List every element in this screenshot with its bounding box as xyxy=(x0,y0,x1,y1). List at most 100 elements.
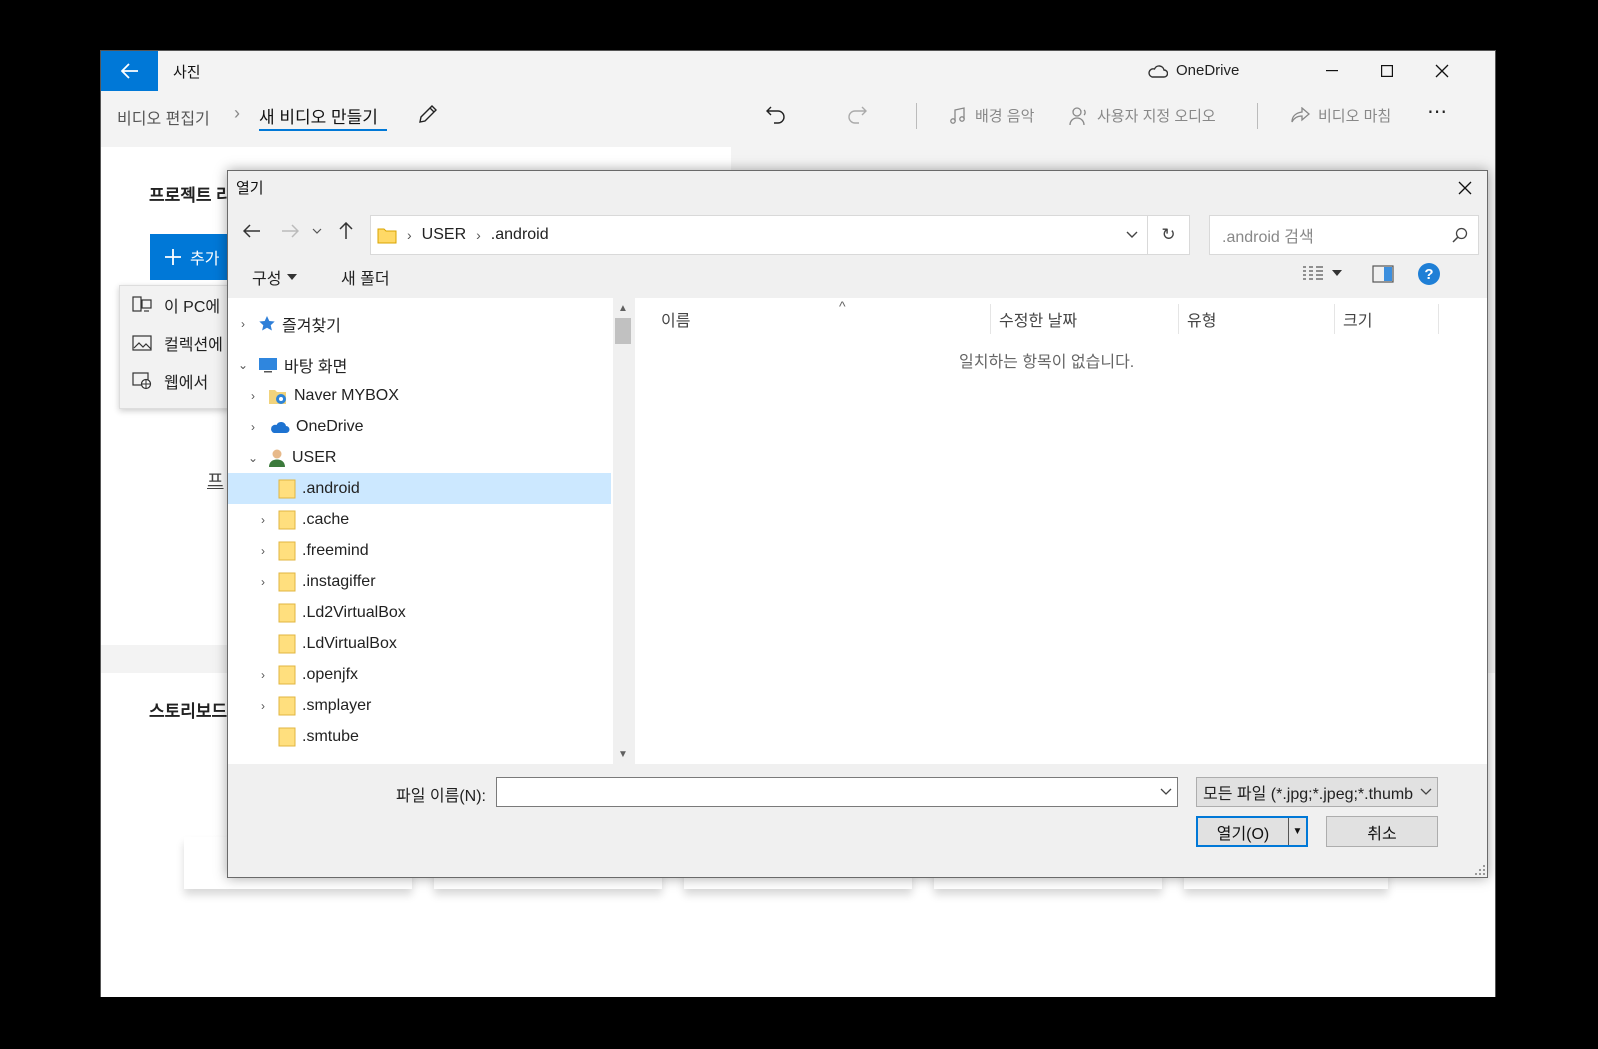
cancel-button[interactable]: 취소 xyxy=(1326,816,1438,847)
onedrive-label: OneDrive xyxy=(1176,62,1240,79)
tree-label: .smplayer xyxy=(302,696,372,714)
folder-icon xyxy=(278,541,296,561)
change-view-button[interactable] xyxy=(1302,265,1342,281)
custom-audio-button[interactable]: 사용자 지정 오디오 xyxy=(1069,105,1216,126)
tree-item-smtube[interactable]: .smtube xyxy=(228,721,611,752)
folder-icon xyxy=(278,727,296,747)
close-icon xyxy=(1458,181,1472,195)
person-audio-icon xyxy=(1069,106,1086,125)
sort-ascending-icon: ^ xyxy=(839,298,846,314)
chevron-right-icon[interactable]: › xyxy=(256,544,270,558)
cloud-icon xyxy=(268,420,290,434)
desktop-icon xyxy=(258,357,278,373)
chevron-right-icon[interactable]: › xyxy=(256,668,270,682)
tree-label: 즐겨찾기 xyxy=(282,317,341,335)
tree-item-instagiffer[interactable]: › .instagiffer xyxy=(228,566,611,597)
column-header-date[interactable]: 수정한 날짜 xyxy=(991,304,1179,334)
tree-scrollbar[interactable]: ▲ ▼ xyxy=(613,298,633,764)
tree-item-desktop[interactable]: ⌄ 바탕 화면 xyxy=(228,349,611,380)
project-link[interactable]: 프 xyxy=(207,467,224,493)
chevron-right-icon[interactable]: › xyxy=(256,575,270,589)
nav-up-button[interactable] xyxy=(334,219,358,243)
filename-input[interactable] xyxy=(496,777,1178,807)
address-segment-android[interactable]: .android xyxy=(491,226,549,244)
tree-item-ldvirtualbox[interactable]: .LdVirtualBox xyxy=(228,628,611,659)
scroll-up-icon[interactable]: ▲ xyxy=(613,298,633,318)
tree-item-naver-mybox[interactable]: › Naver MYBOX xyxy=(228,380,611,411)
filetype-select[interactable]: 모든 파일 (*.jpg;*.jpeg;*.thumb xyxy=(1196,777,1438,807)
undo-button[interactable] xyxy=(765,103,787,130)
organize-button[interactable]: 구성 xyxy=(252,265,298,289)
chevron-down-icon xyxy=(312,228,322,234)
navigation-tree: › 즐겨찾기 ⌄ 바탕 화면 › Naver MYBOX › OneDrive … xyxy=(228,298,633,764)
web-image-icon xyxy=(132,372,152,390)
address-segment-user[interactable]: USER xyxy=(422,226,466,244)
search-placeholder: .android 검색 xyxy=(1222,229,1314,246)
column-header-type[interactable]: 유형 xyxy=(1179,304,1335,334)
column-name-label: 이름 xyxy=(661,313,691,330)
redo-icon xyxy=(848,106,867,124)
chevron-right-icon[interactable]: › xyxy=(256,513,270,527)
column-header-size[interactable]: 크기 xyxy=(1335,304,1439,334)
breadcrumb-chevron-icon: › xyxy=(234,103,240,123)
redo-button[interactable] xyxy=(846,103,868,130)
chevron-down-icon[interactable]: ⌄ xyxy=(236,358,250,372)
tree-label: 바탕 화면 xyxy=(284,358,348,376)
tree-item-smplayer[interactable]: › .smplayer xyxy=(228,690,611,721)
recent-locations-button[interactable] xyxy=(310,219,324,243)
file-list: ^ 이름 수정한 날짜 유형 크기 일치하는 항목이 없습니다. xyxy=(635,298,1487,764)
address-bar[interactable]: › USER › .android ↻ xyxy=(370,215,1190,255)
column-header-name[interactable]: ^ 이름 xyxy=(653,298,991,334)
tree-label: .smtube xyxy=(302,727,359,745)
title-bar: 사진 OneDrive xyxy=(101,51,1495,91)
tree-item-android[interactable]: .android xyxy=(228,473,611,504)
finish-video-button[interactable]: 비디오 마침 xyxy=(1290,105,1391,126)
search-input[interactable]: .android 검색 xyxy=(1209,215,1479,255)
mybox-icon xyxy=(268,386,288,406)
dialog-close-button[interactable] xyxy=(1449,173,1481,203)
nav-forward-button[interactable] xyxy=(278,219,302,243)
rename-button[interactable] xyxy=(417,103,439,130)
refresh-button[interactable]: ↻ xyxy=(1147,216,1189,254)
open-button[interactable]: 열기(O) ▼ xyxy=(1196,816,1308,847)
onedrive-status[interactable]: OneDrive xyxy=(1146,62,1239,79)
scroll-thumb[interactable] xyxy=(615,318,631,344)
chevron-right-icon[interactable]: › xyxy=(246,420,260,434)
chevron-down-icon xyxy=(1419,784,1433,798)
breadcrumb-underline xyxy=(259,129,387,131)
more-options-button[interactable]: ⋯ xyxy=(1427,99,1447,124)
maximize-button[interactable] xyxy=(1359,51,1414,91)
breadcrumb-video-editor[interactable]: 비디오 편집기 xyxy=(117,105,210,129)
tree-item-onedrive[interactable]: › OneDrive xyxy=(228,411,611,442)
column-size-label: 크기 xyxy=(1343,313,1373,330)
tree-item-favorites[interactable]: › 즐겨찾기 xyxy=(228,308,611,339)
background-music-button[interactable]: 배경 음악 xyxy=(949,105,1034,126)
preview-pane-button[interactable] xyxy=(1372,265,1394,288)
close-icon xyxy=(1435,64,1448,78)
address-dropdown-button[interactable] xyxy=(1117,216,1147,254)
tree-label: .Ld2VirtualBox xyxy=(302,603,406,621)
help-button[interactable]: ? xyxy=(1418,263,1440,285)
command-bar: 구성 새 폴더 ? xyxy=(228,259,1487,295)
scroll-down-icon[interactable]: ▼ xyxy=(613,744,633,764)
background-music-label: 배경 음악 xyxy=(975,108,1035,125)
new-folder-button[interactable]: 새 폴더 xyxy=(341,265,390,289)
chevron-right-icon[interactable]: › xyxy=(256,699,270,713)
chevron-right-icon[interactable]: › xyxy=(236,317,250,331)
minimize-button[interactable] xyxy=(1304,51,1359,91)
tree-item-openjfx[interactable]: › .openjfx xyxy=(228,659,611,690)
close-button[interactable] xyxy=(1414,51,1469,91)
chevron-down-icon[interactable] xyxy=(1159,784,1173,798)
chevron-right-icon[interactable]: › xyxy=(246,389,260,403)
caret-down-icon xyxy=(287,274,298,280)
open-options-dropdown[interactable]: ▼ xyxy=(1288,818,1306,845)
resize-grip-icon[interactable] xyxy=(1475,865,1485,875)
back-button[interactable] xyxy=(101,51,158,91)
tree-item-ld2virtualbox[interactable]: .Ld2VirtualBox xyxy=(228,597,611,628)
empty-message: 일치하는 항목이 없습니다. xyxy=(959,354,1135,371)
tree-item-cache[interactable]: › .cache xyxy=(228,504,611,535)
tree-item-freemind[interactable]: › .freemind xyxy=(228,535,611,566)
nav-back-button[interactable] xyxy=(240,219,264,243)
tree-item-user[interactable]: ⌄ USER xyxy=(228,442,611,473)
chevron-down-icon[interactable]: ⌄ xyxy=(246,451,260,465)
